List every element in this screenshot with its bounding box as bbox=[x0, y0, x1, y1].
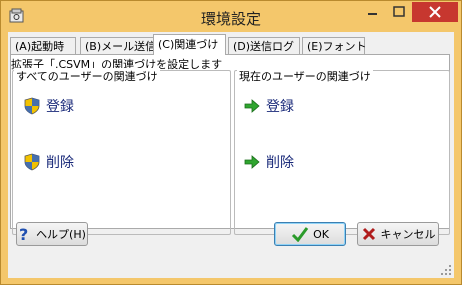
current-user-title: 現在のユーザーの関連づけ bbox=[237, 68, 373, 84]
maximize-button[interactable] bbox=[386, 2, 412, 22]
tab-startup[interactable]: (A)起動時 bbox=[10, 37, 76, 54]
resize-grip-icon[interactable] bbox=[440, 264, 452, 276]
checkmark-icon bbox=[292, 227, 309, 242]
close-icon bbox=[429, 6, 441, 18]
current-user-delete-link[interactable]: 削除 bbox=[244, 152, 294, 172]
all-users-register-label: 登録 bbox=[46, 99, 74, 115]
ok-button[interactable]: OK bbox=[274, 222, 346, 246]
title-bar[interactable]: 環境設定 bbox=[1, 1, 461, 32]
all-users-delete-label: 削除 bbox=[46, 155, 74, 171]
all-users-register-link[interactable]: 登録 bbox=[24, 96, 74, 116]
help-button[interactable]: ? ヘルプ(H) bbox=[16, 222, 88, 246]
minimize-button[interactable] bbox=[359, 2, 386, 22]
tab-mail-send[interactable]: (B)メール送信 bbox=[80, 37, 156, 54]
tab-font[interactable]: (E)フォント bbox=[302, 37, 367, 54]
current-user-register-link[interactable]: 登録 bbox=[244, 96, 294, 116]
svg-text:?: ? bbox=[19, 226, 28, 242]
tab-send-log[interactable]: (D)送信ログ bbox=[228, 37, 300, 54]
close-button[interactable] bbox=[412, 2, 458, 22]
dialog-client: (A)起動時 (B)メール送信 (C)関連づけ (D)送信ログ (E)フォント … bbox=[8, 32, 454, 278]
uac-shield-icon bbox=[24, 97, 40, 115]
help-icon: ? bbox=[19, 226, 28, 242]
minimize-icon bbox=[368, 13, 377, 15]
green-arrow-icon bbox=[244, 155, 260, 169]
cancel-button[interactable]: キャンセル bbox=[357, 222, 439, 246]
all-users-title: すべてのユーザーの関連づけ bbox=[14, 68, 160, 84]
current-user-delete-label: 削除 bbox=[266, 155, 294, 171]
current-user-register-label: 登録 bbox=[266, 99, 294, 115]
all-users-delete-link[interactable]: 削除 bbox=[24, 152, 74, 172]
cancel-x-icon bbox=[362, 227, 375, 241]
help-button-label: ヘルプ(H) bbox=[36, 228, 86, 241]
uac-shield-icon bbox=[24, 153, 40, 171]
tab-association[interactable]: (C)関連づけ bbox=[153, 34, 226, 55]
green-arrow-icon bbox=[244, 99, 260, 113]
ok-button-label: OK bbox=[313, 227, 329, 241]
maximize-icon bbox=[393, 6, 405, 17]
settings-window: 環境設定 (A)起動時 (B)メール送信 (C)関連づけ (D)送信ログ (E)… bbox=[0, 0, 462, 285]
cancel-button-label: キャンセル bbox=[380, 228, 436, 241]
